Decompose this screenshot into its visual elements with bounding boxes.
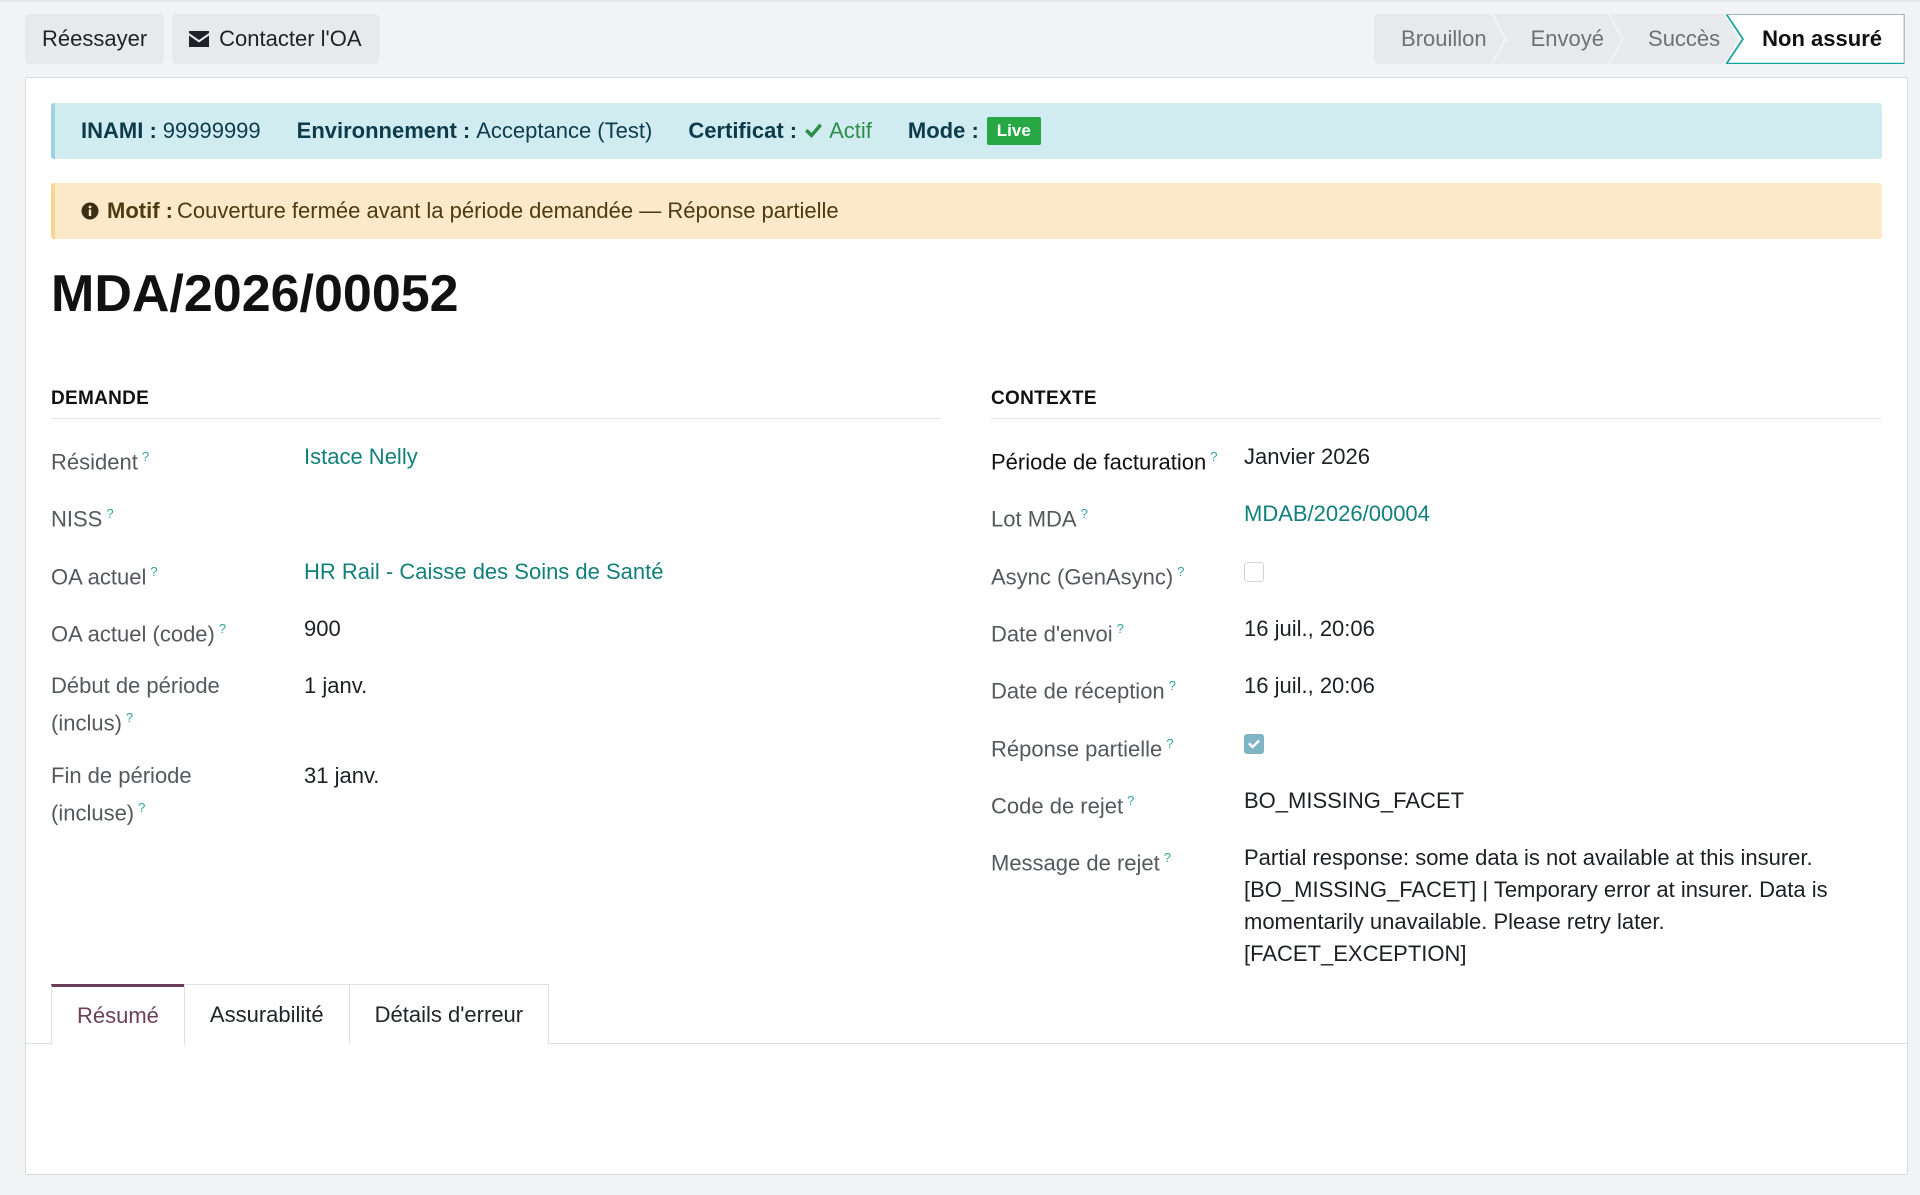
reason-text: Couverture fermée avant la période deman… <box>176 198 839 223</box>
help-icon[interactable]: ? <box>1164 850 1171 865</box>
status-stage-non-assure[interactable]: Non assuré <box>1726 14 1908 64</box>
tab-list: Résumé Assurabilité Détails d'erreur <box>51 984 550 1045</box>
reject-message-value: Partial response: some data is not avail… <box>1244 845 1828 967</box>
niss-value <box>304 498 941 535</box>
resident-link[interactable]: Istace Nelly <box>304 441 941 478</box>
oa-code-value: 900 <box>304 615 341 641</box>
mode-badge: Live <box>986 117 1041 145</box>
control-panel: Réessayer Contacter l'OA Brouillon Envoy… <box>25 14 1908 64</box>
record-title: MDA/2026/00052 <box>51 265 459 323</box>
status-stage-succes[interactable]: Succès <box>1610 14 1738 64</box>
top-border <box>0 0 1920 2</box>
field-period-end: Fin de période (incluse)? 31 janv. <box>51 760 941 829</box>
tab-details-erreur[interactable]: Détails d'erreur <box>348 984 550 1044</box>
field-resident: Résident? Istace Nelly <box>51 441 941 478</box>
environment-banner: INAMI : 99999999 Environnement : Accepta… <box>51 103 1882 159</box>
received-date-value: 16 juil., 20:06 <box>1244 673 1375 699</box>
help-icon[interactable]: ? <box>106 506 113 521</box>
form-sheet: INAMI : 99999999 Environnement : Accepta… <box>25 77 1908 1175</box>
help-icon[interactable]: ? <box>1177 564 1184 579</box>
field-billing-period: Période de facturation? Janvier 2026 <box>991 441 1881 478</box>
field-lot: Lot MDA? MDAB/2026/00004 <box>991 498 1881 535</box>
contexte-group: CONTEXTE Période de facturation? Janvier… <box>991 388 1881 990</box>
tab-resume[interactable]: Résumé <box>51 984 185 1045</box>
lot-link[interactable]: MDAB/2026/00004 <box>1244 498 1881 535</box>
help-icon[interactable]: ? <box>1127 793 1134 808</box>
help-icon[interactable]: ? <box>1166 736 1173 751</box>
retry-button-label: Réessayer <box>42 26 148 51</box>
info-circle-icon <box>81 202 99 220</box>
help-icon[interactable]: ? <box>1210 449 1217 464</box>
field-sent-date: Date d'envoi? 16 juil., 20:06 <box>991 613 1881 650</box>
help-icon[interactable]: ? <box>126 710 133 725</box>
partial-response-checkbox[interactable] <box>1244 733 1264 754</box>
field-oa-code: OA actuel (code)? 900 <box>51 613 941 650</box>
status-bar: Brouillon Envoyé Succès Non assuré <box>1374 14 1908 64</box>
action-buttons: Réessayer Contacter l'OA <box>25 14 379 64</box>
status-stage-brouillon[interactable]: Brouillon <box>1374 14 1505 64</box>
period-end-value: 31 janv. <box>304 762 380 788</box>
envelope-icon <box>189 31 210 47</box>
help-icon[interactable]: ? <box>150 564 157 579</box>
field-period-start: Début de période (inclus)? 1 janv. <box>51 670 941 739</box>
contact-oa-button-label: Contacter l'OA <box>219 26 362 51</box>
field-reject-code: Code de rejet? BO_MISSING_FACET <box>991 785 1881 822</box>
certificate-info: Certificat : Actif <box>688 118 872 144</box>
demande-title: DEMANDE <box>51 388 941 419</box>
field-async: Async (GenAsync)? <box>991 556 1881 593</box>
notebook-tabs: Résumé Assurabilité Détails d'erreur <box>26 984 1907 1045</box>
check-icon <box>805 123 823 138</box>
inami-info: INAMI : 99999999 <box>81 118 261 143</box>
status-stage-envoye[interactable]: Envoyé <box>1493 14 1622 64</box>
period-start-value: 1 janv. <box>304 673 368 699</box>
async-checkbox[interactable] <box>1244 561 1264 582</box>
field-received-date: Date de réception? 16 juil., 20:06 <box>991 670 1881 707</box>
help-icon[interactable]: ? <box>138 800 145 815</box>
environment-info: Environnement : Acceptance (Test) <box>296 118 653 143</box>
mode-info: Mode : Live <box>908 117 1041 145</box>
help-icon[interactable]: ? <box>142 449 149 464</box>
demande-group: DEMANDE Résident? Istace Nelly NISS? OA … <box>51 388 941 849</box>
help-icon[interactable]: ? <box>1169 678 1176 693</box>
help-icon[interactable]: ? <box>1081 506 1088 521</box>
billing-period-value: Janvier 2026 <box>1244 444 1370 469</box>
oa-link[interactable]: HR Rail - Caisse des Soins de Santé <box>304 556 941 593</box>
help-icon[interactable]: ? <box>1117 621 1124 636</box>
inami-value: 99999999 <box>162 118 261 143</box>
contact-oa-button[interactable]: Contacter l'OA <box>172 14 379 64</box>
field-reject-message: Message de rejet? Partial response: some… <box>991 842 1881 970</box>
field-partial-response: Réponse partielle? <box>991 728 1881 765</box>
sent-date-value: 16 juil., 20:06 <box>1244 615 1375 641</box>
reject-code-value: BO_MISSING_FACET <box>1244 787 1465 813</box>
check-icon <box>1248 739 1260 749</box>
certificate-status: Actif <box>803 118 872 144</box>
contexte-title: CONTEXTE <box>991 388 1881 419</box>
environment-value: Acceptance (Test) <box>476 118 653 143</box>
help-icon[interactable]: ? <box>219 621 226 636</box>
field-niss: NISS? <box>51 498 941 535</box>
reason-banner: Motif : Couverture fermée avant la pério… <box>51 183 1882 239</box>
field-oa: OA actuel? HR Rail - Caisse des Soins de… <box>51 556 941 593</box>
retry-button[interactable]: Réessayer <box>25 14 165 64</box>
tab-assurabilite[interactable]: Assurabilité <box>183 984 350 1044</box>
